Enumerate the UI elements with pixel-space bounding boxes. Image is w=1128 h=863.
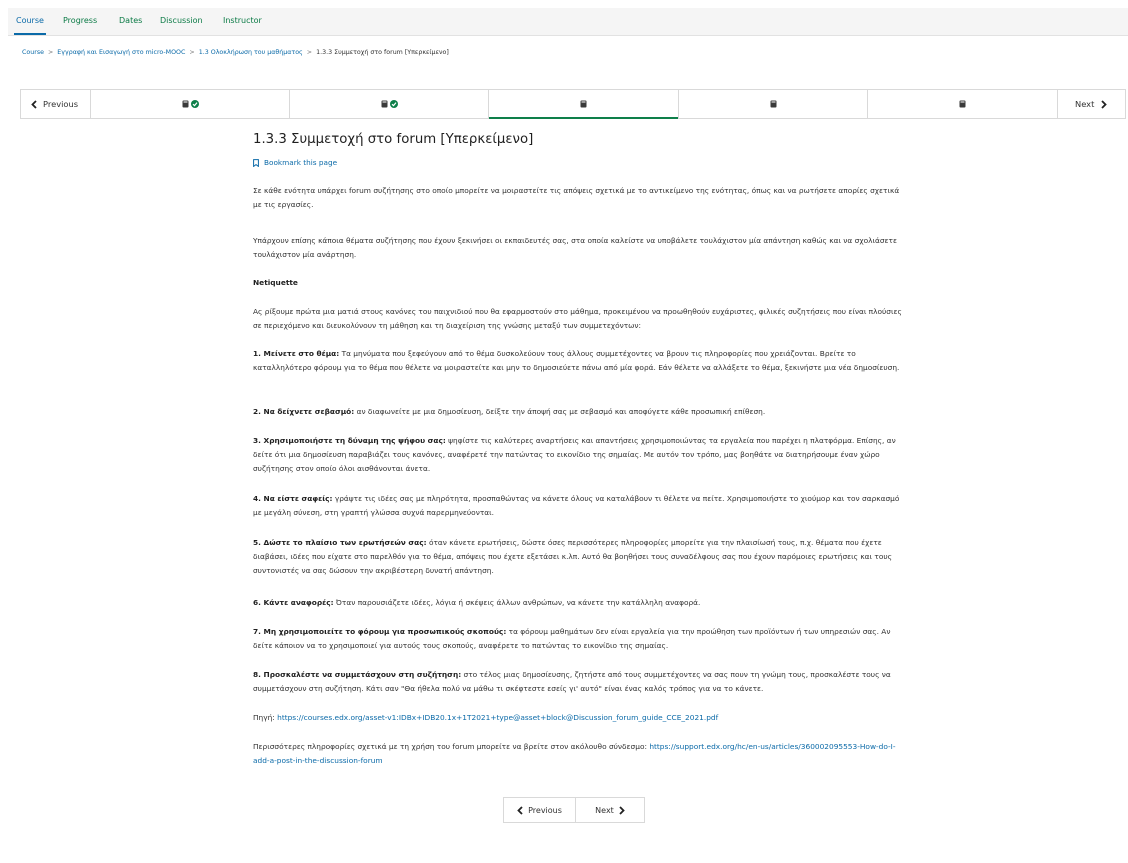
- book-icon: [580, 100, 587, 108]
- tab-course[interactable]: Course: [14, 16, 46, 35]
- rule-title: 4. Να είστε σαφείς:: [253, 494, 333, 503]
- breadcrumb-course[interactable]: Course: [22, 49, 44, 56]
- rule-7: 7. Μη χρησιμοποιείτε το φόρουμ για προσω…: [253, 625, 903, 653]
- more-info-label: Περισσότερες πληροφορίες σχετικά με τη χ…: [253, 742, 650, 751]
- rule-text: αν διαφωνείτε με μια δημοσίευση, δείξτε …: [354, 407, 766, 416]
- chevron-left-icon: [31, 99, 37, 109]
- breadcrumb-separator: >: [189, 49, 195, 56]
- sequence-previous-label: Previous: [43, 99, 79, 109]
- more-info-paragraph: Περισσότερες πληροφορίες σχετικά με τη χ…: [253, 740, 903, 768]
- breadcrumb: Course > Εγγραφή και Εισαγωγή στο micro-…: [22, 49, 449, 56]
- chevron-left-icon: [517, 805, 523, 815]
- bottom-next-label: Next: [595, 805, 614, 815]
- sequence-unit-3[interactable]: [489, 90, 679, 119]
- rule-title: 3. Χρησιμοποιήστε τη δύναμη της ψήφου σα…: [253, 436, 446, 445]
- bottom-next-button[interactable]: Next: [576, 798, 644, 822]
- source-label: Πηγή:: [253, 713, 278, 722]
- breadcrumb-separator: >: [306, 49, 313, 56]
- sequence-previous-button[interactable]: Previous: [21, 90, 91, 118]
- book-icon: [770, 100, 776, 108]
- sequence-unit-1[interactable]: [91, 90, 290, 118]
- book-icon: [381, 100, 387, 108]
- breadcrumb-section[interactable]: Εγγραφή και Εισαγωγή στο micro-MOOC: [57, 49, 185, 56]
- sequence-unit-2[interactable]: [290, 90, 489, 118]
- intro-paragraph-2: Υπάρχουν επίσης κάποια θέματα συζήτησης …: [253, 236, 897, 259]
- course-tabs: Course Progress Dates Discussion Instruc…: [8, 8, 1128, 36]
- source-paragraph: Πηγή: https://courses.edx.org/asset-v1:I…: [253, 711, 903, 725]
- book-icon: [959, 100, 966, 108]
- page-title: 1.3.3 Συμμετοχή στο forum [Υπερκείμενο]: [253, 132, 534, 147]
- rule-text: γράψτε τις ιδέες σας με πληρότητα, προσπ…: [253, 494, 900, 517]
- rule-title: 5. Δώστε το πλαίσιο των ερωτήσεών σας:: [253, 538, 427, 547]
- breadcrumb-subsection[interactable]: 1.3 Ολοκλήρωση του μαθήματος: [199, 49, 303, 56]
- tab-dates[interactable]: Dates: [119, 16, 142, 25]
- breadcrumb-separator: >: [48, 49, 54, 56]
- sequence-unit-5[interactable]: [868, 90, 1057, 118]
- breadcrumb-current: 1.3.3 Συμμετοχή στο forum [Υπερκείμενο]: [316, 49, 449, 56]
- sequence-next-label: Next: [1075, 99, 1095, 109]
- tab-discussion[interactable]: Discussion: [160, 16, 203, 25]
- rule-1: 1. Μείνετε στο θέμα: Τα μηνύματα που ξεφ…: [253, 347, 903, 375]
- intro-paragraph-1: Σε κάθε ενότητα υπάρχει forum συζήτησης …: [253, 186, 900, 209]
- rule-title: 8. Προσκαλέστε να συμμετάσχουν στη συζήτ…: [253, 670, 462, 679]
- sequence-navigation: Previous Next: [20, 89, 1126, 119]
- netiquette-heading: Netiquette: [253, 278, 298, 287]
- rule-title: 6. Κάντε αναφορές:: [253, 598, 334, 607]
- sequence-unit-4[interactable]: [679, 90, 868, 118]
- bottom-navigation: Previous Next: [503, 797, 645, 823]
- check-circle-icon: [389, 100, 398, 108]
- bookmark-icon: [253, 158, 259, 167]
- rule-text: Όταν παρουσιάζετε ιδέες, λόγια ή σκέψεις…: [333, 598, 701, 607]
- rule-title: 1. Μείνετε στο θέμα:: [253, 349, 340, 358]
- rule-5: 5. Δώστε το πλαίσιο των ερωτήσεών σας: ό…: [253, 536, 903, 578]
- check-circle-icon: [190, 100, 199, 108]
- netiquette-intro: Ας ρίξουμε πρώτα μια ματιά στους κανόνες…: [253, 307, 902, 330]
- rule-title: 7. Μη χρησιμοποιείτε το φόρουμ για προσω…: [253, 627, 507, 636]
- source-link[interactable]: https://courses.edx.org/asset-v1:IDBx+ID…: [277, 713, 718, 722]
- bookmark-label: Bookmark this page: [264, 158, 338, 167]
- book-icon: [182, 100, 188, 108]
- rule-text: Τα μηνύματα που ξεφεύγουν από το θέμα δυ…: [253, 349, 900, 372]
- rule-6: 6. Κάντε αναφορές: Όταν παρουσιάζετε ιδέ…: [253, 596, 903, 610]
- tab-instructor[interactable]: Instructor: [223, 16, 262, 25]
- rule-title: 2. Να δείχνετε σεβασμό:: [253, 407, 355, 416]
- chevron-right-icon: [1101, 99, 1108, 109]
- tab-progress[interactable]: Progress: [63, 16, 97, 25]
- chevron-right-icon: [619, 805, 625, 815]
- sequence-next-button[interactable]: Next: [1057, 90, 1125, 118]
- rule-4: 4. Να είστε σαφείς: γράψτε τις ιδέες σας…: [253, 492, 903, 520]
- bottom-previous-button[interactable]: Previous: [504, 798, 576, 822]
- bottom-previous-label: Previous: [528, 805, 562, 815]
- rule-2: 2. Να δείχνετε σεβασμό: αν διαφωνείτε με…: [253, 405, 903, 419]
- rule-8: 8. Προσκαλέστε να συμμετάσχουν στη συζήτ…: [253, 668, 903, 696]
- rule-3: 3. Χρησιμοποιήστε τη δύναμη της ψήφου σα…: [253, 434, 903, 476]
- bookmark-button[interactable]: Bookmark this page: [253, 158, 337, 167]
